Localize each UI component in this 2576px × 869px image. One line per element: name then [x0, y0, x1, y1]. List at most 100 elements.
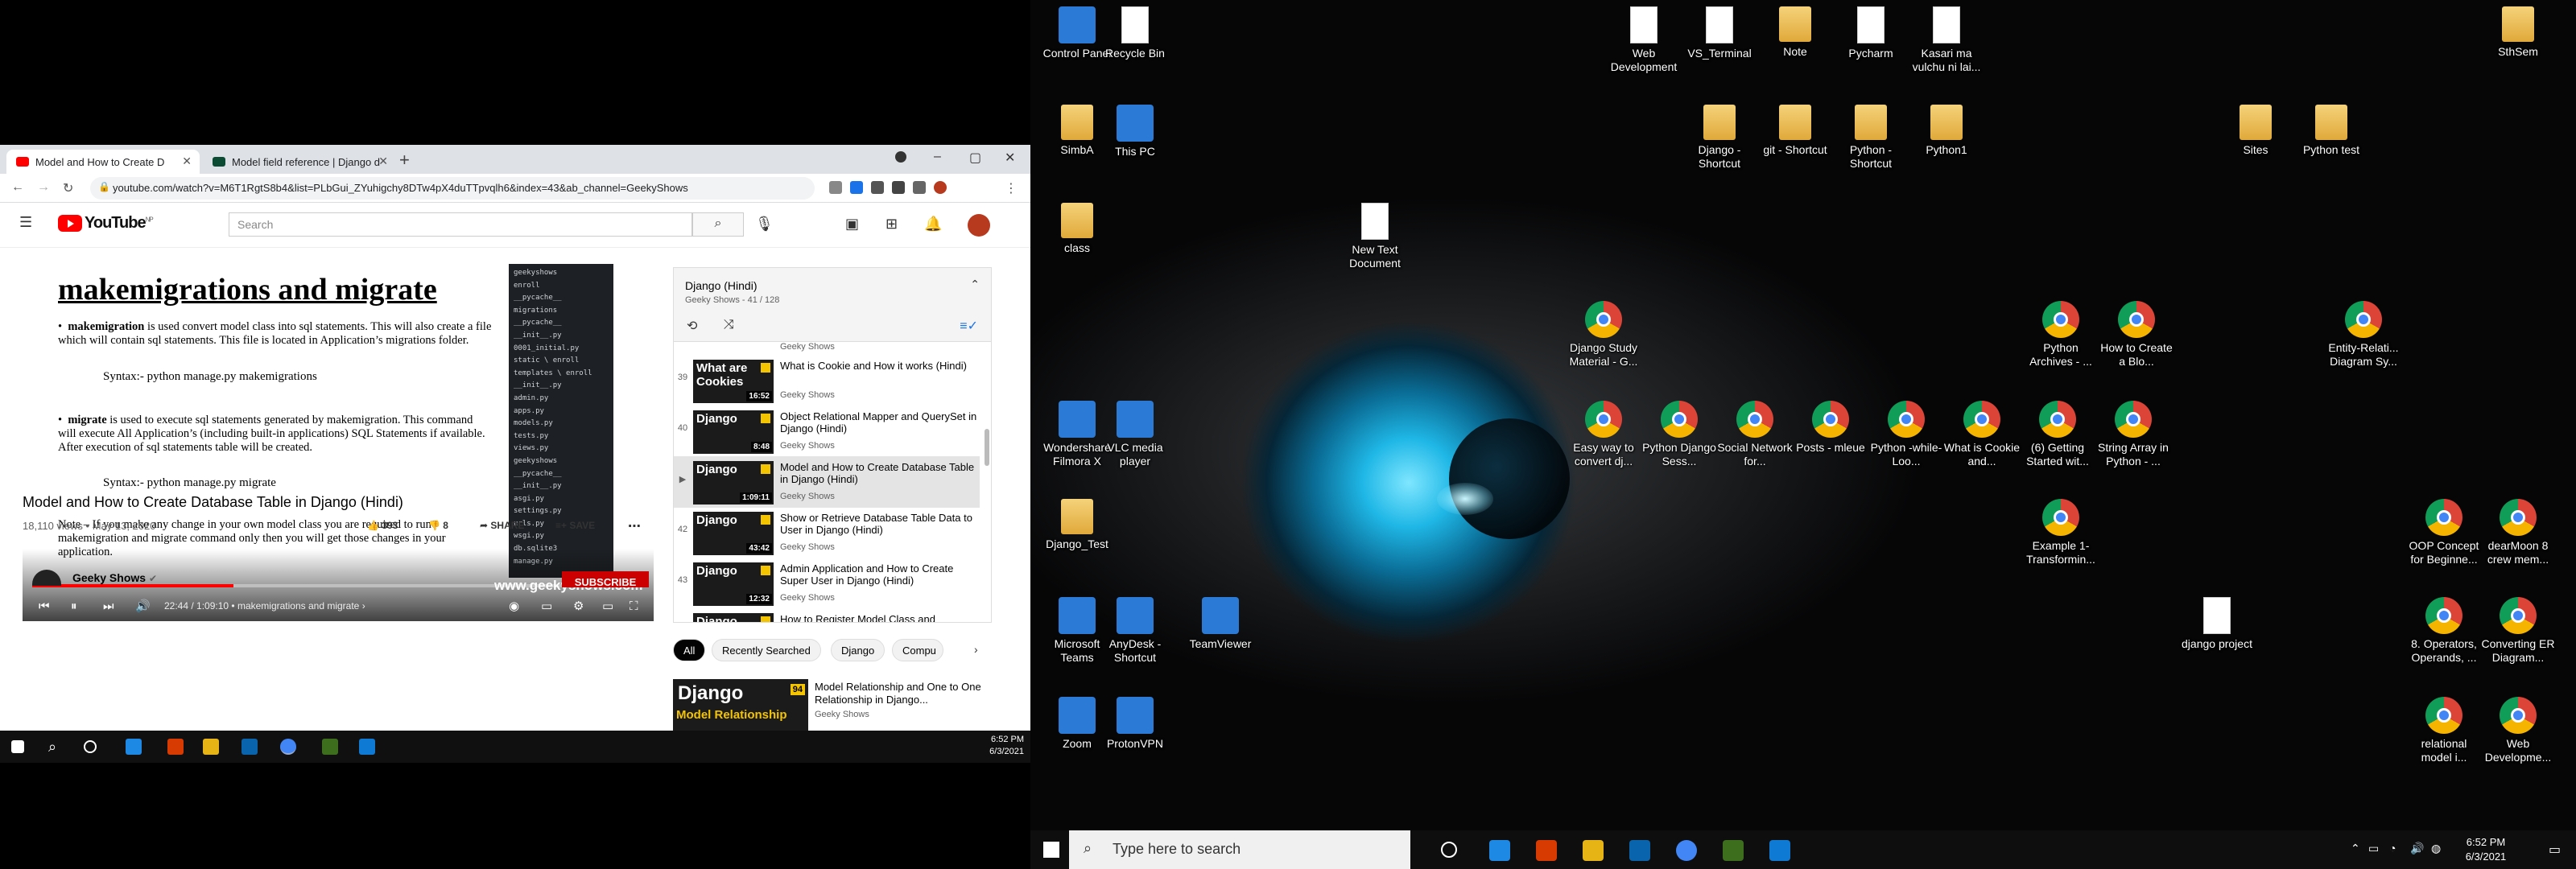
desktop-icon[interactable]: Django_Test — [1038, 499, 1116, 551]
tab-django-docs[interactable]: Model field reference | Django d ✕ — [203, 150, 396, 174]
desktop-icon[interactable]: What is Cookie and... — [1943, 401, 2021, 468]
puzzle-icon[interactable] — [892, 181, 905, 194]
reload-icon[interactable]: ↻ — [63, 180, 73, 196]
desktop-icon[interactable]: Pycharm — [1832, 6, 1909, 60]
autoplay-toggle[interactable]: ◉ — [509, 599, 519, 613]
desktop-icon[interactable]: How to Create a Blo... — [2098, 301, 2175, 369]
desktop-icon[interactable]: Python Archives - ... — [2022, 301, 2099, 369]
start-windows-icon[interactable] — [11, 740, 24, 753]
profile-avatar[interactable] — [934, 181, 947, 194]
share-button[interactable]: ➦ SHARE — [480, 520, 524, 531]
desktop-icon[interactable]: OOP Concept for Beginne... — [2405, 499, 2483, 566]
settings-gear-icon[interactable]: ⚙ — [573, 599, 584, 613]
like-button[interactable]: 👍 393 — [367, 520, 398, 531]
playlist-scrollbar[interactable] — [985, 429, 989, 466]
playlist-item[interactable]: ▶ Django 1:09:11 Model and How to Create Da… — [674, 456, 980, 508]
chrome-taskbar-icon[interactable] — [1676, 840, 1697, 861]
playlist-item[interactable]: 43 Django 12:32 Admin Application and How t… — [674, 558, 980, 609]
right-clock[interactable]: 6:52 PM 6/3/2021 — [2455, 835, 2516, 864]
channel-name[interactable]: Geeky Shows ✔ — [72, 571, 157, 584]
desktop-icon[interactable]: 8. Operators, Operands, ... — [2405, 597, 2483, 665]
desktop-icon[interactable]: Easy way to convert dj... — [1565, 401, 1642, 468]
create-video-icon[interactable]: ▣ — [845, 216, 859, 233]
playlist-title[interactable]: Django (Hindi) — [685, 279, 757, 292]
desktop-icon[interactable]: git - Shortcut — [1757, 105, 1834, 157]
desktop-icon[interactable]: Python -while- Loo... — [1868, 401, 1945, 468]
tray-chevron-icon[interactable]: ⌃ — [2351, 842, 2360, 855]
recommended-video[interactable]: Django Model Relationship 94 Model Relatio… — [673, 679, 992, 731]
avatar[interactable] — [968, 214, 990, 237]
video-player[interactable]: makemigrations and migrate • makemigrati… — [23, 264, 654, 621]
chip-all[interactable]: All — [673, 639, 706, 661]
minimize-button[interactable]: – — [934, 150, 941, 164]
desktop-icon[interactable]: django project — [2178, 597, 2256, 651]
close-tab-icon[interactable]: ✕ — [182, 154, 192, 168]
search-input[interactable]: Search — [229, 212, 692, 237]
desktop-icon[interactable]: Python Django Sess... — [1641, 401, 1718, 468]
mail-icon[interactable] — [242, 739, 258, 755]
subscribe-button[interactable]: SUBSCRIBE — [562, 571, 649, 587]
desktop-icon[interactable]: Entity-Relati... Diagram Sy... — [2325, 301, 2402, 369]
forward-icon[interactable]: → — [37, 180, 50, 195]
desktop-icon[interactable]: Note — [1757, 6, 1834, 59]
desktop-icon[interactable]: SthSem — [2479, 6, 2557, 59]
close-window-button[interactable]: ✕ — [1005, 150, 1015, 166]
desktop-icon[interactable]: VS_Terminal — [1681, 6, 1758, 60]
playlist-item[interactable]: 39 What are Cookies 16:52 What is Cookie an… — [674, 355, 980, 406]
desktop-icon[interactable]: Django - Shortcut — [1681, 105, 1758, 171]
previous-icon[interactable]: ⏮ — [39, 599, 50, 613]
close-tab-icon[interactable]: ✕ — [378, 154, 388, 168]
desktop-icon[interactable]: class — [1038, 203, 1116, 255]
volume-icon[interactable]: 🔊 — [2410, 842, 2424, 855]
playlist-item[interactable]: 40 Django 8:48 Object Relational Mapper and… — [674, 406, 980, 457]
pycharm-icon[interactable] — [126, 739, 142, 755]
vscode-icon[interactable] — [359, 739, 375, 755]
theater-mode-icon[interactable]: ▭ — [602, 599, 613, 613]
maximize-button[interactable]: ▢ — [969, 150, 981, 166]
start-windows-icon[interactable] — [1043, 842, 1059, 858]
collapse-chevron-icon[interactable]: ⌃ — [970, 278, 980, 291]
menu-kebab-icon[interactable]: ⋮ — [1005, 180, 1018, 196]
back-icon[interactable]: ← — [11, 180, 24, 195]
reading-list-icon[interactable] — [913, 181, 926, 194]
language-icon[interactable]: ◍ — [2431, 842, 2441, 855]
store-icon[interactable] — [203, 739, 219, 755]
chip-recently-searched[interactable]: Recently Searched — [712, 639, 821, 661]
chevron-right-icon[interactable]: › — [974, 643, 978, 656]
desktop-icon[interactable]: (6) Getting Started wit... — [2019, 401, 2096, 468]
playlist-item[interactable]: Django How to Register Model Class and — [674, 608, 980, 622]
desktop-icon[interactable]: Python test — [2293, 105, 2370, 157]
hamburger-menu-icon[interactable]: ☰ — [19, 214, 32, 231]
subtitles-icon[interactable]: ▭ — [541, 599, 552, 613]
desktop-icon[interactable]: Sites — [2217, 105, 2294, 157]
office-icon[interactable] — [1536, 840, 1557, 861]
pycharm-icon[interactable] — [1489, 840, 1510, 861]
loop-icon[interactable]: ⟲ — [687, 318, 697, 334]
next-icon[interactable]: ⏭ — [103, 599, 114, 613]
desktop-icon[interactable]: Kasari ma vulchu ni lai... — [1908, 6, 1985, 74]
microphone-icon[interactable]: 🎙 — [755, 216, 774, 233]
media-control-icon[interactable] — [895, 151, 906, 163]
notification-center-icon[interactable]: ▭ — [2549, 842, 2561, 858]
office-icon[interactable] — [167, 739, 184, 755]
search-icon[interactable]: ⌕ — [48, 739, 64, 755]
desktop-icon[interactable]: TeamViewer — [1182, 597, 1259, 651]
volume-icon[interactable]: 🔊 — [135, 599, 151, 613]
youtube-logo[interactable]: YouTubeNP — [58, 214, 154, 233]
chrome-taskbar-icon[interactable] — [280, 739, 296, 755]
address-bar[interactable]: 🔒 youtube.com/watch?v=M6T1RgtS8b4&list=P… — [90, 177, 815, 200]
desktop-icon[interactable]: Python1 — [1908, 105, 1985, 157]
new-tab-button[interactable]: + — [399, 150, 410, 171]
desktop-icon[interactable]: VLC media player — [1096, 401, 1174, 468]
store-icon[interactable] — [1583, 840, 1604, 861]
shuffle-icon[interactable]: ⤨ — [724, 318, 734, 332]
extension-icon[interactable] — [850, 181, 863, 194]
desktop-icon[interactable]: Converting ER Diagram... — [2479, 597, 2557, 665]
tab-youtube[interactable]: Model and How to Create D ✕ — [6, 150, 200, 174]
fullscreen-icon[interactable]: ⛶ — [630, 599, 638, 613]
cortana-icon[interactable] — [1441, 842, 1457, 858]
taskbar-search-input[interactable]: ⌕ Type here to search — [1069, 830, 1410, 869]
save-button[interactable]: ≡+ SAVE — [555, 520, 595, 531]
mail-icon[interactable] — [1629, 840, 1650, 861]
desktop-icon[interactable]: Posts - mleue — [1792, 401, 1869, 455]
